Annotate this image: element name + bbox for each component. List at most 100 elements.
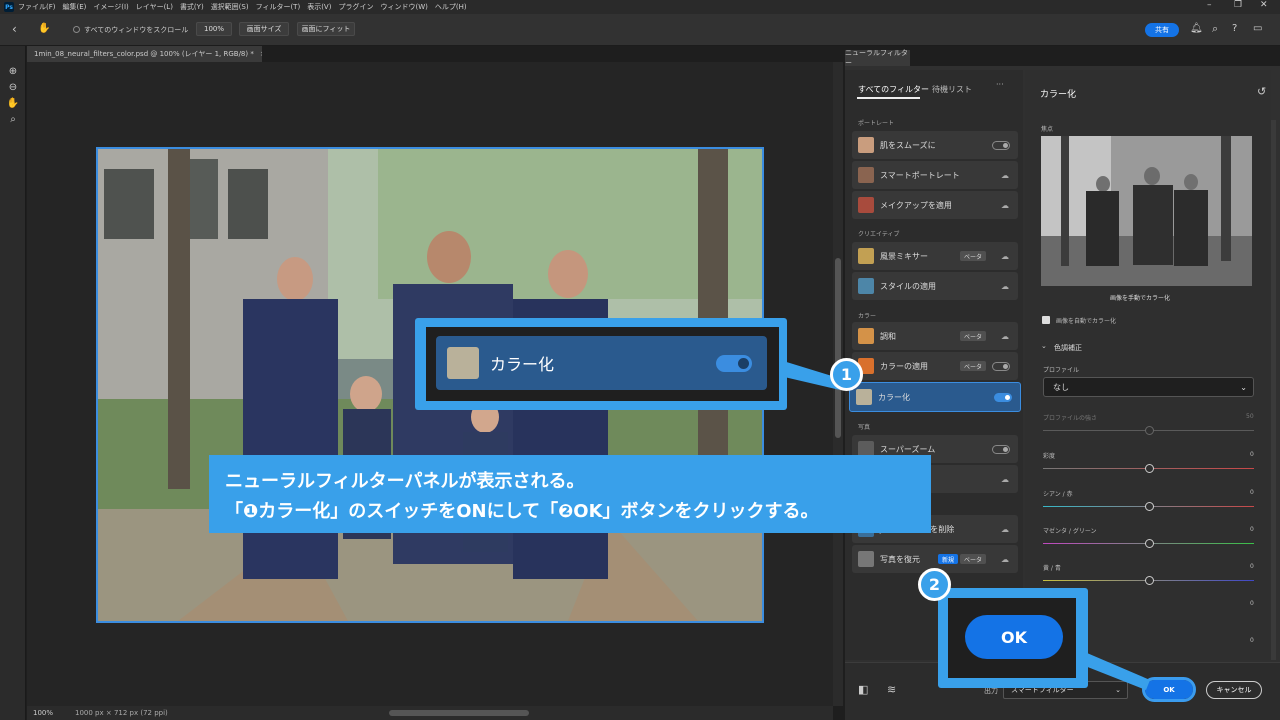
hand-tool-icon[interactable]: ✋ (38, 23, 50, 34)
filter-harmonize[interactable]: 調和 ベータ ☁ (852, 322, 1018, 350)
zoom-in-icon[interactable]: ⊕ (6, 64, 20, 78)
filter-color-transfer[interactable]: カラーの適用 ベータ (852, 352, 1018, 380)
filter-toggle[interactable] (992, 444, 1010, 454)
profile-dropdown[interactable]: なし ⌄ (1043, 377, 1254, 397)
manual-colorize-label[interactable]: 画像を手動でカラー化 (1110, 293, 1170, 302)
bell-icon[interactable]: 🔔︎ (1190, 23, 1203, 34)
filter-thumb (856, 389, 872, 405)
menu-image[interactable]: イメージ(I) (93, 2, 128, 12)
more-icon[interactable]: ··· (996, 80, 1004, 89)
settings-scrollbar[interactable] (1271, 120, 1276, 660)
focus-preview[interactable] (1041, 136, 1252, 286)
filter-toggle[interactable] (992, 361, 1010, 371)
profile-strength-knob[interactable] (1145, 426, 1154, 435)
zoom-field[interactable]: 100% (196, 22, 232, 36)
menu-filter[interactable]: フィルター(T) (256, 2, 301, 12)
cyan-red-knob[interactable] (1145, 502, 1154, 511)
filter-thumb (858, 197, 874, 213)
neural-filters-tab[interactable]: ニューラルフィルター (845, 49, 910, 67)
document-tab[interactable]: 1min_08_neural_filters_color.psd @ 100% … (27, 46, 262, 62)
instruction-banner: ニューラルフィルターパネルが表示される。 「❶カラー化」のスイッチをONにして「… (209, 455, 931, 533)
chevron-down-icon[interactable]: ⌄ (1041, 342, 1047, 350)
horizontal-scrollbar[interactable] (389, 710, 529, 716)
magenta-green-knob[interactable] (1145, 539, 1154, 548)
maximize-icon[interactable]: ❐ (1234, 0, 1242, 10)
category-photo: 写真 (858, 424, 871, 431)
filter-label: 写真を復元 (880, 554, 920, 564)
menu-plugins[interactable]: プラグイン (338, 2, 373, 12)
cloud-download-icon[interactable]: ☁ (1001, 201, 1009, 210)
beta-badge: ベータ (959, 361, 986, 371)
magnifier-icon[interactable]: ⌕ (6, 112, 20, 126)
filter-landscape-mixer[interactable]: 風景ミキサー ベータ ☁ (852, 242, 1018, 270)
scrollbar-thumb[interactable] (835, 258, 841, 438)
hand-icon[interactable]: ✋ (6, 96, 20, 110)
filter-label: スーパーズーム (880, 444, 936, 454)
search-icon[interactable]: ⌕ (1212, 22, 1218, 36)
share-button[interactable]: 共有 (1145, 23, 1179, 37)
toolbar: ⊕ ⊖ ✋ ⌕ (0, 46, 26, 720)
menu-edit[interactable]: 編集(E) (63, 2, 87, 12)
zoom-out-icon[interactable]: ⊖ (6, 80, 20, 94)
menu-layer[interactable]: レイヤー(L) (136, 2, 173, 12)
cloud-download-icon[interactable]: ☁ (1001, 282, 1009, 291)
profile-value: なし (1053, 382, 1069, 392)
cloud-download-icon[interactable]: ☁ (1001, 525, 1009, 534)
menu-file[interactable]: ファイル(F) (18, 2, 56, 12)
filter-skin-smoothing[interactable]: 肌をスムーズに (852, 131, 1018, 159)
workspace-icon[interactable]: ▭ (1253, 23, 1262, 34)
profile-label: プロファイル (1043, 367, 1080, 374)
menu-window[interactable]: ウィンドウ(W) (380, 2, 427, 12)
cloud-download-icon[interactable]: ☁ (1001, 555, 1009, 564)
menu-select[interactable]: 選択範囲(S) (211, 2, 249, 12)
filter-makeup[interactable]: メイクアップを適用 ☁ (852, 191, 1018, 219)
layers-icon[interactable]: ≋ (887, 683, 896, 696)
colorize-toggle[interactable] (994, 392, 1012, 402)
yellow-blue-label: 黄 / 青 (1043, 565, 1061, 572)
step-badge-2: 2 (918, 568, 951, 601)
fill-screen-button[interactable]: 画面にフィット (297, 22, 355, 36)
cloud-download-icon[interactable]: ☁ (1001, 332, 1009, 341)
options-bar: ‹ ✋ すべてのウィンドウをスクロール 100% 画面サイズ 画面にフィット 共… (0, 14, 1280, 46)
category-color: カラー (858, 313, 877, 320)
close-icon[interactable]: ✕ (1260, 0, 1268, 10)
auto-colorize-checkbox[interactable] (1042, 316, 1050, 324)
reset-icon[interactable]: ↺ (1257, 85, 1266, 98)
instruction-line-2: 「❶カラー化」のスイッチをONにして「❷OK」ボタンをクリックする。 (225, 501, 819, 522)
filter-thumb (858, 167, 874, 183)
document-close-icon[interactable]: × (260, 50, 262, 58)
menu-type[interactable]: 書式(Y) (180, 2, 204, 12)
cloud-download-icon[interactable]: ☁ (1001, 171, 1009, 180)
menu-view[interactable]: 表示(V) (307, 2, 331, 12)
cancel-button[interactable]: キャンセル (1206, 681, 1262, 699)
minimize-icon[interactable]: – (1207, 0, 1212, 10)
help-icon[interactable]: ? (1232, 23, 1237, 34)
scroll-all-checkbox[interactable] (73, 26, 80, 33)
cloud-download-icon[interactable]: ☁ (1001, 475, 1009, 484)
fit-screen-button[interactable]: 画面サイズ (239, 22, 289, 36)
cloud-download-icon[interactable]: ☁ (1001, 252, 1009, 261)
saturation-label: 彩度 (1043, 453, 1056, 460)
ok-button[interactable]: OK (1142, 677, 1196, 702)
filter-thumb (858, 137, 874, 153)
compare-icon[interactable]: ◧ (858, 683, 868, 696)
filter-colorize[interactable]: カラー化 (849, 382, 1021, 412)
status-zoom[interactable]: 100% (33, 709, 53, 717)
cyan-red-label: シアン / 赤 (1043, 491, 1073, 498)
menu-help[interactable]: ヘルプ(H) (435, 2, 467, 12)
chevron-down-icon: ⌄ (1240, 382, 1247, 392)
color-adjust-heading[interactable]: 色調補正 (1054, 343, 1082, 353)
filter-label: カラー化 (878, 392, 910, 402)
back-icon[interactable]: ‹ (12, 22, 17, 36)
yellow-blue-knob[interactable] (1145, 576, 1154, 585)
filter-smart-portrait[interactable]: スマートポートレート ☁ (852, 161, 1018, 189)
filter-style-transfer[interactable]: スタイルの適用 ☁ (852, 272, 1018, 300)
filter-label: スマートポートレート (880, 170, 960, 180)
tab-all-filters[interactable]: すべてのフィルター (858, 84, 929, 95)
focus-label: 焦点 (1041, 126, 1054, 133)
status-bar: 100% 1000 px × 712 px (72 ppi) (27, 706, 833, 720)
tab-waitlist[interactable]: 待機リスト (932, 84, 972, 95)
filter-label: カラーの適用 (880, 361, 928, 371)
filter-toggle[interactable] (992, 140, 1010, 150)
saturation-knob[interactable] (1145, 464, 1154, 473)
